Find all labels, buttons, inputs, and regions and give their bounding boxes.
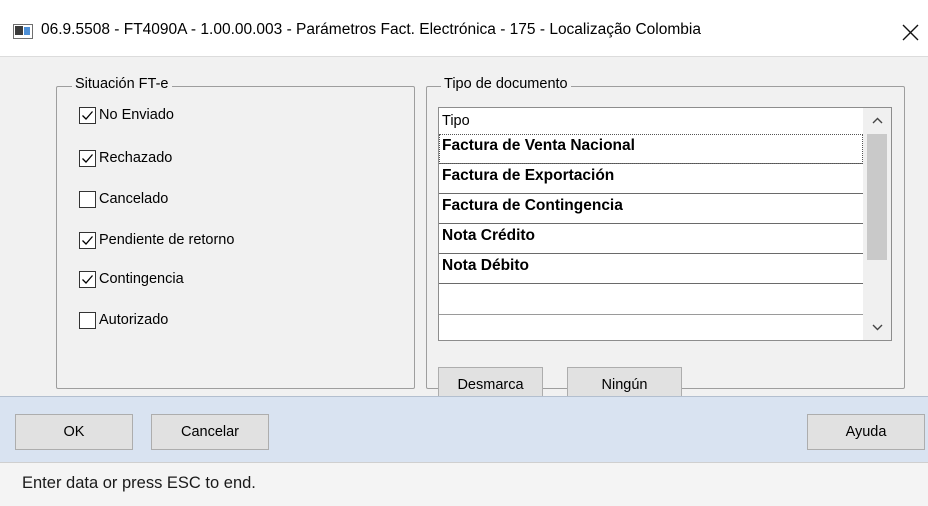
checkmark-icon [82,153,93,163]
close-icon [902,24,919,41]
list-item[interactable]: Factura de Exportación [439,164,863,194]
document-type-list[interactable]: Tipo Factura de Venta Nacional Factura d… [438,107,892,341]
checkbox-label: Contingencia [99,271,184,287]
checkbox-label: Rechazado [99,150,173,166]
ok-button[interactable]: OK [15,414,133,450]
dialog-button-bar: OK Cancelar Ayuda [0,396,928,463]
list-scrollbar[interactable] [863,108,891,340]
list-item[interactable]: Factura de Venta Nacional [439,134,863,164]
tipo-documento-groupbox: Tipo de documento Tipo Factura de Venta … [426,76,905,402]
situacion-legend: Situación FT-e [72,76,172,92]
scroll-down-button[interactable] [863,315,891,340]
dialog-body: Situación FT-e No Enviado Rechazado Canc… [0,56,928,402]
checkbox-box[interactable] [79,231,96,249]
checkbox-cancelado[interactable]: Cancelado [79,188,168,210]
chevron-up-icon [872,117,882,124]
list-empty-row [439,314,863,340]
checkbox-contingencia[interactable]: Contingencia [79,268,184,290]
checkbox-label: Pendiente de retorno [99,232,235,248]
checkbox-autorizado[interactable]: Autorizado [79,309,168,331]
list-item[interactable]: Nota Crédito [439,224,863,254]
checkbox-rechazado[interactable]: Rechazado [79,147,172,169]
checkbox-no-enviado[interactable]: No Enviado [79,104,174,126]
checkbox-box[interactable] [79,270,96,288]
checkbox-box[interactable] [79,106,96,124]
checkbox-box[interactable] [79,311,96,329]
checkbox-label: Cancelado [99,191,169,207]
tipo-documento-legend: Tipo de documento [441,76,571,92]
status-message: Enter data or press ESC to end. [22,474,256,492]
checkmark-icon [82,235,93,245]
scroll-up-button[interactable] [863,108,891,133]
checkbox-box[interactable] [79,190,96,208]
scroll-thumb[interactable] [867,134,887,260]
situacion-groupbox: Situación FT-e No Enviado Rechazado Canc… [56,76,415,389]
checkmark-icon [82,274,93,284]
app-window-icon [13,24,33,39]
cancel-button[interactable]: Cancelar [151,414,269,450]
window-title: 06.9.5508 - FT4090A - 1.00.00.003 - Pará… [41,21,701,38]
chevron-down-icon [872,324,882,331]
checkbox-pendiente-de-retorno[interactable]: Pendiente de retorno [79,229,234,251]
close-button[interactable] [894,14,928,50]
list-item[interactable]: Nota Débito [439,254,863,284]
checkbox-label: No Enviado [99,107,174,123]
checkbox-label: Autorizado [99,312,169,328]
list-item[interactable]: Factura de Contingencia [439,194,863,224]
checkmark-icon [82,110,93,120]
checkbox-box[interactable] [79,149,96,167]
help-button[interactable]: Ayuda [807,414,925,450]
status-bar: Enter data or press ESC to end. [0,462,928,506]
list-column-header: Tipo [442,113,470,129]
title-bar: 06.9.5508 - FT4090A - 1.00.00.003 - Pará… [0,0,928,56]
